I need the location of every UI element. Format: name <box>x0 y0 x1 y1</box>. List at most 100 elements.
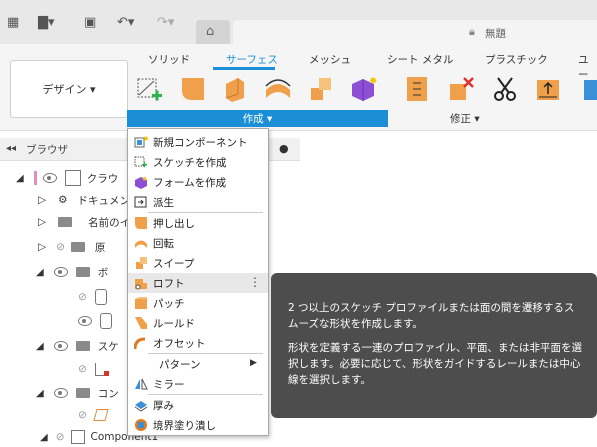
collapsed-arrow-icon[interactable]: ▷ <box>38 216 46 228</box>
menu-item-thicken[interactable]: 厚み <box>128 395 268 415</box>
pattern-icon <box>134 357 148 371</box>
undo-icon[interactable]: ↶▾ <box>117 12 134 32</box>
create-sketch-icon <box>134 156 147 168</box>
tree-row-body-1[interactable]: ⊘ <box>78 287 107 307</box>
offset-face-icon[interactable] <box>533 74 563 104</box>
redo-icon[interactable]: ↷▾ <box>157 12 174 32</box>
new-component-icon: ✸ <box>134 135 148 148</box>
document-tab[interactable]: 🔒︎ 無題 <box>233 20 597 44</box>
design-workspace-button[interactable]: デザイン ▾ <box>10 60 128 118</box>
menu-item-derive[interactable]: 派生 <box>128 192 268 212</box>
loft-icon <box>135 279 147 290</box>
save-icon[interactable]: ▣ <box>84 12 96 32</box>
loft-tooltip: 2 つ以上のスケッチ プロファイルまたは面の間を遷移するスムーズな形状を作成しま… <box>271 273 597 418</box>
expand-icon[interactable]: ◢ <box>36 388 44 399</box>
menu-item-ruled[interactable]: ルールド <box>128 313 268 333</box>
tree-row-origin[interactable]: ▷ ⊘ 原 <box>38 237 105 257</box>
tree-row-document-settings[interactable]: ▷ ⚙ ドキュメン <box>38 190 130 210</box>
svg-text:✸: ✸ <box>143 135 148 143</box>
active-tab-indicator <box>213 67 275 70</box>
menu-item-revolve[interactable]: 回転 <box>128 233 268 253</box>
derive-icon <box>134 196 147 208</box>
collapse-browser-icon[interactable]: ◂◂ <box>6 143 16 154</box>
create-form-icon: ✸ <box>135 176 147 189</box>
plane-icon <box>93 409 109 421</box>
create-dropdown-menu: ✸ 新規コンポーネント スケッチを作成 ✸ フォームを作成 派生 押し出し 回転… <box>127 128 269 436</box>
hidden-eye-icon[interactable]: ⊘ <box>56 431 65 443</box>
delete-face-icon[interactable] <box>446 74 476 104</box>
hidden-eye-icon[interactable]: ⊘ <box>56 241 65 253</box>
tab-surface[interactable]: サーフェス <box>226 52 278 67</box>
sketch-warning-icon <box>103 370 109 376</box>
submenu-arrow-icon: ▶ <box>250 358 257 368</box>
eye-icon[interactable] <box>42 173 57 183</box>
file-menu-icon[interactable]: ▇▾ <box>38 12 55 32</box>
tree-row-sketch-1[interactable]: ⊘ <box>78 359 109 379</box>
modify-menu-button[interactable]: 修正 ▾ <box>450 111 480 126</box>
menu-item-create-form[interactable]: ✸ フォームを作成 <box>128 172 268 192</box>
expand-icon[interactable]: ◢ <box>36 267 44 278</box>
tree-row-body-2[interactable] <box>78 311 112 331</box>
browser-pin-icon[interactable]: ● <box>279 142 289 155</box>
svg-text:✸: ✸ <box>369 76 377 87</box>
lock-icon: 🔒︎ <box>469 25 475 38</box>
tree-item-label: クラウ <box>86 172 119 185</box>
assemble-icon[interactable] <box>582 74 597 104</box>
expand-icon[interactable]: ◢ <box>40 432 48 443</box>
menu-item-create-sketch[interactable]: スケッチを作成 <box>128 152 268 172</box>
mirror-icon <box>135 378 148 390</box>
tab-solid[interactable]: ソリッド <box>148 52 190 67</box>
hidden-eye-icon[interactable]: ⊘ <box>78 363 87 375</box>
extrude-icon[interactable] <box>178 74 208 104</box>
create-sketch-icon[interactable] <box>135 74 165 104</box>
tree-item-label: スケ <box>97 340 119 353</box>
sweep-icon[interactable] <box>263 74 293 104</box>
eye-icon[interactable] <box>78 316 92 326</box>
tree-row-bodies[interactable]: ◢ ボ <box>36 262 108 282</box>
menu-item-patch[interactable]: パッチ <box>128 293 268 313</box>
patch-icon <box>135 297 147 309</box>
menu-item-loft[interactable]: ロフト ⋮ <box>128 273 268 293</box>
tab-plastic[interactable]: プラスチック <box>485 52 548 67</box>
more-options-icon[interactable]: ⋮ <box>249 275 261 289</box>
tree-root-row[interactable]: ◢ クラウ <box>16 168 118 188</box>
expand-icon[interactable]: ◢ <box>36 341 44 352</box>
folder-icon <box>58 217 73 227</box>
tab-mesh[interactable]: メッシュ <box>309 52 351 67</box>
browser-title: ブラウザ <box>26 144 68 156</box>
tree-row-named-views[interactable]: ▷ 名前のイ <box>38 212 130 232</box>
create-form-icon[interactable]: ✸ <box>348 74 378 104</box>
offset-icon <box>134 337 146 350</box>
tree-row-plane[interactable]: ⊘ <box>78 405 109 425</box>
menu-item-extrude[interactable]: 押し出し <box>128 213 268 233</box>
hidden-eye-icon[interactable]: ⊘ <box>78 291 87 303</box>
press-pull-icon[interactable] <box>403 74 433 104</box>
body-icon <box>94 289 107 305</box>
loft-icon[interactable] <box>305 74 335 104</box>
collapsed-arrow-icon[interactable]: ▷ <box>38 241 46 253</box>
svg-text:✸: ✸ <box>142 176 147 183</box>
menu-item-sweep[interactable]: スイープ <box>128 253 268 273</box>
eye-icon[interactable] <box>53 267 68 277</box>
boundary-fill-icon <box>135 419 147 431</box>
menu-item-new-component[interactable]: ✸ 新規コンポーネント <box>128 132 268 152</box>
hidden-eye-icon[interactable]: ⊘ <box>78 409 87 421</box>
expand-icon[interactable]: ◢ <box>16 173 24 184</box>
eye-icon[interactable] <box>53 388 68 398</box>
tree-row-sketches[interactable]: ◢ スケ <box>36 336 119 356</box>
folder-icon <box>70 242 85 252</box>
menu-item-boundary-fill[interactable]: 境界塗り潰し <box>128 415 268 435</box>
menu-item-mirror[interactable]: ミラー <box>128 374 268 394</box>
component-icon <box>64 170 81 186</box>
grid-menu-icon[interactable]: ▦ <box>7 12 19 32</box>
menu-item-pattern[interactable]: パターン ▶ <box>128 354 268 374</box>
menu-item-offset[interactable]: オフセット <box>128 333 268 353</box>
tree-row-construction[interactable]: ◢ コン <box>36 383 119 403</box>
eye-icon[interactable] <box>53 341 68 351</box>
split-face-icon[interactable] <box>490 74 520 104</box>
revolve-icon[interactable] <box>220 74 250 104</box>
create-menu-button[interactable]: 作成 ▾ <box>127 110 388 127</box>
home-tab[interactable]: ⌂ <box>196 20 230 44</box>
collapsed-arrow-icon[interactable]: ▷ <box>38 194 46 206</box>
tab-sheet-metal[interactable]: シート メタル <box>387 52 453 67</box>
